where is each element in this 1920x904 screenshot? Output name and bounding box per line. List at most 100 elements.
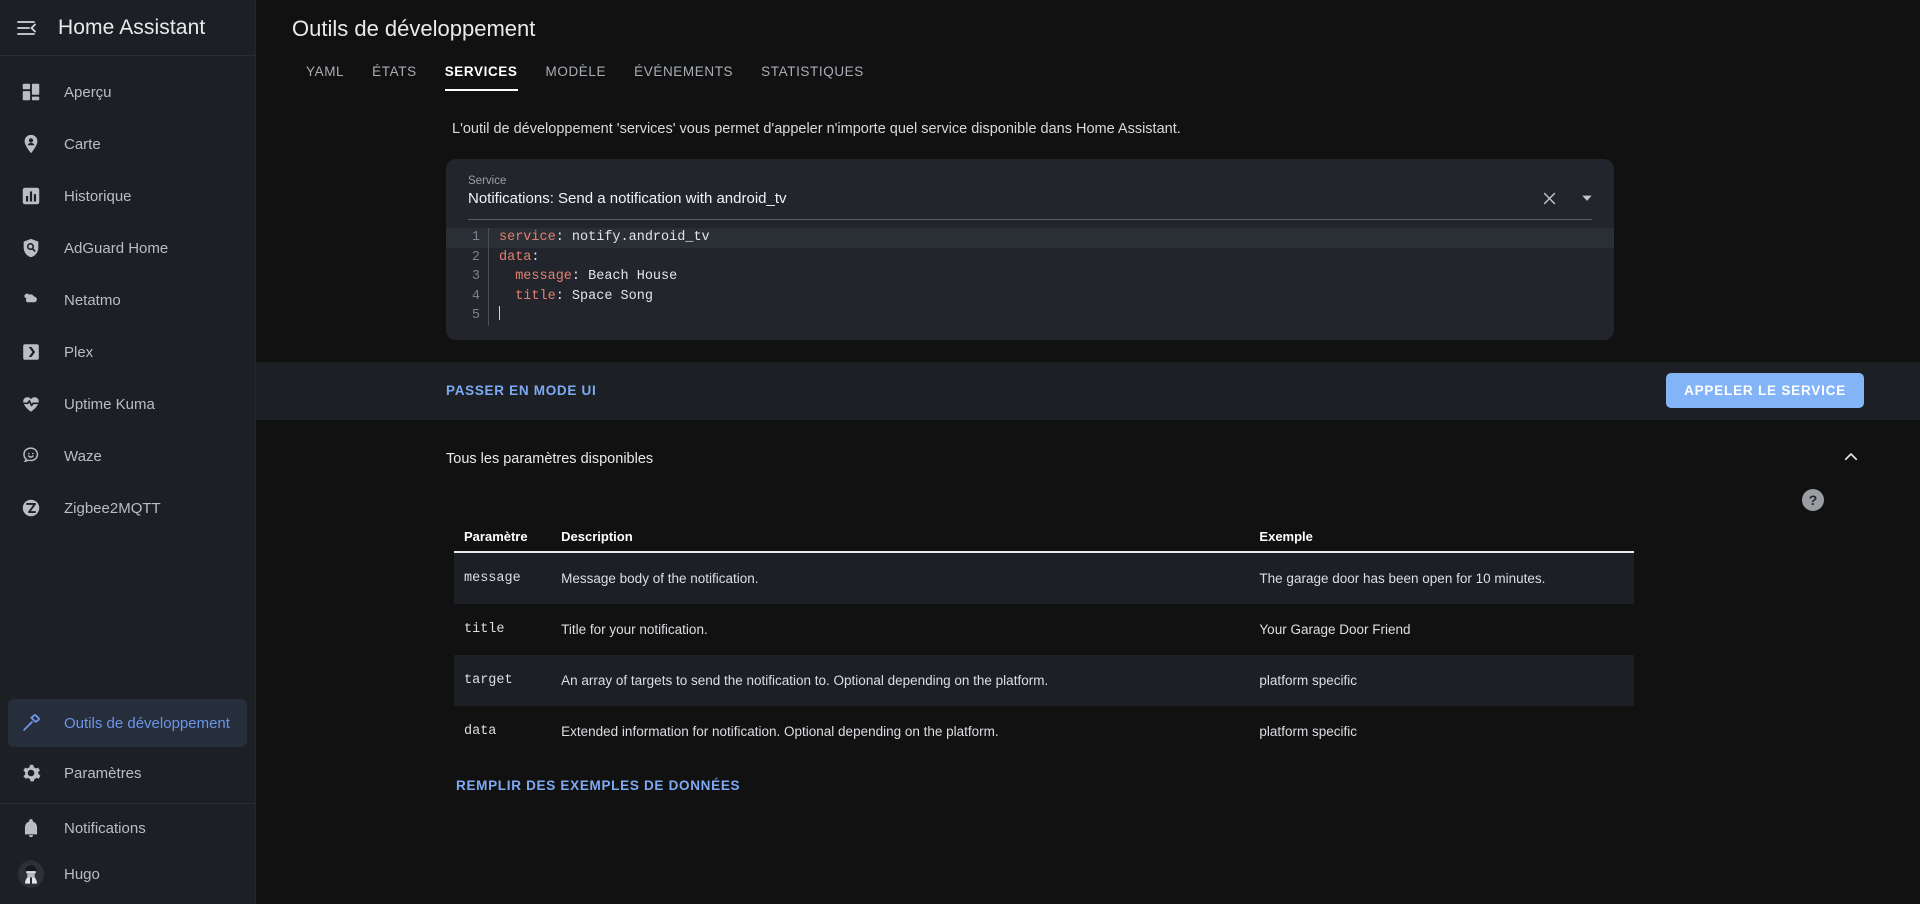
yaml-value: : notify.android_tv — [555, 230, 710, 245]
page-header: Outils de développement YAML ÉTATS SERVI… — [256, 0, 1920, 91]
sidebar-item-label: Aperçu — [64, 83, 112, 101]
cell-description: Title for your notification. — [561, 621, 708, 637]
sidebar-item-label: Netatmo — [64, 291, 121, 309]
table-body: message Message body of the notification… — [454, 551, 1634, 757]
code-line: 1 service: notify.android_tv — [446, 228, 1614, 248]
column-header-parametre: Paramètre — [454, 522, 552, 553]
sidebar-item-parametres[interactable]: Paramètres — [8, 749, 247, 797]
table-row: title Title for your notification. Your … — [454, 604, 1634, 655]
column-header-description: Description — [551, 522, 1250, 553]
app-root: Home Assistant Aperçu Carte Historique A… — [0, 0, 1920, 904]
tab-statistiques[interactable]: STATISTIQUES — [747, 64, 878, 91]
sidebar-nav-list: Aperçu Carte Historique AdGuard Home Net… — [0, 56, 255, 534]
cell-param: data — [464, 723, 497, 739]
cell-example: The garage door has been open for 10 min… — [1249, 551, 1634, 604]
call-service-button[interactable]: APPELER LE SERVICE — [1666, 373, 1864, 409]
yaml-indent — [499, 269, 515, 284]
code-content: data: — [488, 247, 1614, 268]
line-number: 5 — [471, 308, 480, 324]
service-card: Service Notifications: Send a notificati… — [446, 159, 1614, 340]
zigbee-z-icon — [18, 495, 44, 521]
service-field-label: Service — [468, 175, 507, 187]
cog-icon — [18, 760, 44, 786]
sidebar-item-waze[interactable]: Waze — [8, 432, 247, 480]
chart-box-icon — [18, 183, 44, 209]
sidebar-item-label: Outils de développement — [64, 714, 230, 732]
page-title: Outils de développement — [292, 16, 536, 41]
code-line: 5 — [446, 306, 1614, 326]
sidebar-item-apercu[interactable]: Aperçu — [8, 68, 247, 116]
cell-description: Extended information for notification. O… — [561, 723, 999, 739]
code-content — [488, 306, 1614, 326]
weather-cloud-icon — [18, 287, 44, 313]
sidebar-item-historique[interactable]: Historique — [8, 172, 247, 220]
avatar — [18, 860, 44, 888]
line-number: 3 — [471, 269, 480, 285]
parameters-table: Paramètre Description Exemple message Me… — [454, 522, 1634, 757]
sidebar-item-label: Zigbee2MQTT — [64, 499, 161, 517]
sidebar-item-user-hugo[interactable]: Hugo — [8, 852, 247, 896]
sidebar-header: Home Assistant — [0, 0, 255, 56]
help-circle-icon[interactable]: ? — [1802, 488, 1824, 511]
cell-param: message — [454, 551, 552, 604]
service-picker[interactable]: Service Notifications: Send a notificati… — [446, 175, 1614, 209]
code-content: title: Space Song — [488, 286, 1614, 307]
sidebar-item-label: Plex — [64, 343, 94, 361]
cell-description: Message body of the notification. — [551, 551, 1250, 604]
code-line: 2 data: — [446, 247, 1614, 268]
text-caret — [499, 306, 500, 321]
code-line: 4 title: Space Song — [446, 286, 1614, 307]
bell-icon — [18, 815, 44, 841]
tab-evenements[interactable]: ÉVÉNEMENTS — [620, 64, 747, 91]
sidebar-item-label: Uptime Kuma — [64, 395, 155, 413]
tab-etats[interactable]: ÉTATS — [358, 64, 431, 91]
sidebar-item-carte[interactable]: Carte — [8, 120, 247, 168]
fill-example-row: REMPLIR DES EXEMPLES DE DONNÉES — [446, 757, 1864, 795]
service-field[interactable]: Service Notifications: Send a notificati… — [468, 175, 1538, 207]
yaml-indent — [499, 289, 515, 304]
yaml-editor[interactable]: 1 service: notify.android_tv 2 data: 3 m… — [446, 220, 1614, 340]
tab-services[interactable]: SERVICES — [431, 64, 532, 91]
column-header-exemple: Exemple — [1249, 522, 1634, 553]
sidebar-item-zigbee2mqtt[interactable]: Zigbee2MQTT — [8, 484, 247, 532]
line-number: 4 — [471, 288, 480, 304]
close-icon[interactable] — [1538, 187, 1560, 209]
table-header-row: Paramètre Description Exemple — [454, 522, 1634, 553]
switch-to-ui-mode-button[interactable]: PASSER EN MODE UI — [446, 383, 596, 398]
sidebar-item-notifications[interactable]: Notifications — [8, 806, 247, 850]
intro-text: L'outil de développement 'services' vous… — [452, 121, 1181, 137]
parameters-section: Tous les paramètres disponibles ? Paramè… — [256, 420, 1920, 795]
sidebar-item-plex[interactable]: Plex — [8, 328, 247, 376]
tab-modele[interactable]: MODÈLE — [532, 64, 621, 91]
sidebar-item-label: Carte — [64, 135, 101, 153]
sidebar-divider — [0, 803, 255, 804]
yaml-key: message — [515, 269, 572, 285]
fill-example-data-button[interactable]: REMPLIR DES EXEMPLES DE DONNÉES — [456, 778, 740, 793]
sidebar-item-adguard-home[interactable]: AdGuard Home — [8, 224, 247, 272]
shield-search-icon — [18, 235, 44, 261]
table-row: message Message body of the notification… — [454, 551, 1634, 604]
cell-description: An array of targets to send the notifica… — [551, 654, 1250, 706]
sidebar-bottom-nav: Outils de développement Paramètres Notif — [0, 697, 255, 904]
yaml-key: data — [499, 249, 532, 265]
cell-example: Your Garage Door Friend — [1259, 621, 1411, 637]
tab-bar: YAML ÉTATS SERVICES MODÈLE ÉVÉNEMENTS ST… — [292, 64, 1920, 91]
tab-yaml[interactable]: YAML — [292, 64, 358, 91]
menu-collapse-icon[interactable] — [14, 15, 40, 41]
chevron-down-icon[interactable] — [1576, 187, 1598, 209]
parameters-title: Tous les paramètres disponibles — [446, 451, 654, 468]
sidebar-item-netatmo[interactable]: Netatmo — [8, 276, 247, 324]
hammer-icon — [18, 710, 44, 736]
sidebar-item-uptime-kuma[interactable]: Uptime Kuma — [8, 380, 247, 428]
app-title: Home Assistant — [58, 15, 206, 39]
map-marker-account-icon — [18, 131, 44, 157]
chevron-up-icon[interactable] — [1838, 444, 1864, 475]
sidebar-item-label: Waze — [64, 447, 102, 465]
sidebar-item-developer-tools[interactable]: Outils de développement — [8, 699, 247, 747]
yaml-key: service — [499, 230, 556, 245]
line-number: 2 — [471, 249, 480, 265]
sidebar: Home Assistant Aperçu Carte Historique A… — [0, 0, 256, 904]
parameters-header: Tous les paramètres disponibles — [446, 444, 1864, 475]
table-head: Paramètre Description Exemple — [454, 522, 1634, 553]
